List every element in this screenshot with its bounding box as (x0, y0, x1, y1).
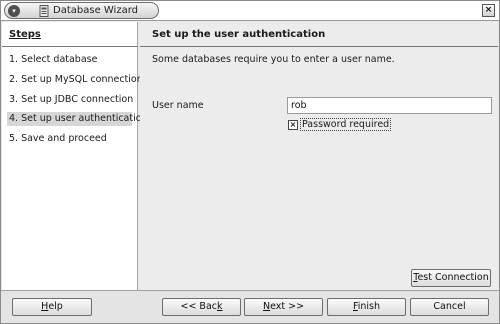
footer-button-bar: Help << Back Next >> Finish Cancel (1, 290, 499, 323)
step-save-proceed: 5. Save and proceed (9, 133, 107, 144)
back-button[interactable]: << Back (162, 298, 241, 316)
next-button[interactable]: Next >> (244, 298, 323, 316)
title-bar[interactable]: ▾ Database Wizard × (1, 1, 499, 21)
step-select-database: 1. Select database (9, 54, 98, 65)
page-title: Set up the user authentication (152, 29, 326, 40)
window-title: Database Wizard (53, 5, 138, 16)
cancel-button[interactable]: Cancel (410, 298, 489, 316)
test-connection-button[interactable]: Test Connection (411, 269, 491, 287)
database-wizard-window: ▾ Database Wizard × Steps 1. Select data… (0, 0, 500, 324)
content-panel: Set up the user authentication Some data… (140, 22, 498, 290)
content-divider (140, 46, 498, 47)
steps-panel: Steps 1. Select database 2. Set up MySQL… (2, 22, 148, 290)
step-user-authentication: 4. Set up user authentication (7, 112, 148, 126)
title-pill[interactable]: ▾ Database Wizard (4, 2, 159, 19)
password-required-label[interactable]: Password required (300, 118, 392, 131)
window-menu-icon[interactable]: ▾ (8, 5, 20, 17)
steps-heading: Steps (9, 29, 41, 40)
steps-divider (2, 46, 138, 47)
app-icon (39, 5, 49, 17)
finish-button[interactable]: Finish (327, 298, 406, 316)
password-required-checkbox[interactable]: × Password required (288, 118, 392, 131)
step-setup-jdbc: 3. Set up JDBC connection (9, 94, 134, 105)
close-icon[interactable]: × (482, 4, 495, 17)
page-description: Some databases require you to enter a us… (152, 54, 395, 65)
help-button[interactable]: Help (12, 298, 92, 316)
user-name-input[interactable] (287, 97, 492, 114)
checkbox-checked-icon[interactable]: × (288, 119, 298, 130)
step-setup-mysql: 2. Set up MySQL connection (9, 74, 143, 85)
user-name-label: User name (152, 100, 204, 111)
